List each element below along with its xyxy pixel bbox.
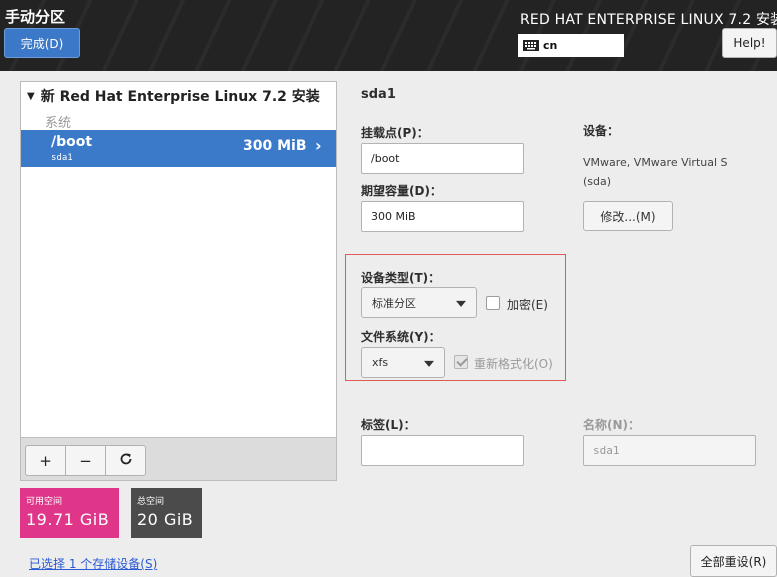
tag-label: 标签(L)： (361, 418, 416, 432)
page-title: 手动分区 (5, 8, 66, 26)
reformat-checkbox[interactable] (454, 355, 468, 369)
refresh-button[interactable] (105, 445, 146, 476)
partition-detail-title: sda1 (361, 87, 396, 102)
partition-mount: /boot (51, 134, 93, 150)
device-label: 设备： (583, 124, 620, 138)
header-bar: 手动分区 完成(D) RED HAT ENTERPRISE LINUX 7.2 … (0, 0, 777, 71)
help-button[interactable]: Help! (722, 28, 777, 58)
keyboard-layout-label: cn (543, 39, 558, 52)
chevron-right-icon: › (315, 136, 322, 155)
add-partition-button[interactable]: + (25, 445, 66, 476)
product-title: RED HAT ENTERPRISE LINUX 7.2 安装 (520, 12, 777, 28)
total-space-label: 总空间 (137, 497, 165, 507)
remove-partition-button[interactable]: − (65, 445, 106, 476)
desired-capacity-label: 期望容量(D)： (361, 184, 442, 198)
available-space-badge: 可用空间 19.71 GiB (20, 488, 119, 538)
partition-device: sda1 (51, 153, 73, 163)
refresh-icon (119, 452, 133, 470)
keyboard-icon (523, 40, 539, 51)
total-space-badge: 总空间 20 GiB (131, 488, 202, 538)
tag-input[interactable] (361, 435, 524, 466)
device-type-value: 标准分区 (372, 296, 416, 310)
storage-devices-link[interactable]: 已选择 1 个存储设备(S) (29, 555, 157, 572)
expand-arrow-icon[interactable]: ▼ (27, 91, 35, 102)
desired-capacity-input[interactable]: 300 MiB (361, 201, 524, 232)
dropdown-arrow-icon (424, 360, 434, 367)
encrypt-checkbox[interactable] (486, 296, 500, 310)
encrypt-label[interactable]: 加密(E) (507, 296, 548, 313)
system-group-label: 系统 (45, 116, 72, 131)
filesystem-label: 文件系统(Y)： (361, 330, 441, 344)
name-label: 名称(N)： (583, 418, 641, 432)
partition-toolbar: + − (21, 437, 336, 480)
device-type-label: 设备类型(T)： (361, 271, 441, 285)
device-type-select[interactable]: 标准分区 (361, 287, 477, 318)
install-title: 新 Red Hat Enterprise Linux 7.2 安装 (40, 89, 320, 105)
partition-tree-panel: ▼ 新 Red Hat Enterprise Linux 7.2 安装 系统 /… (20, 81, 337, 481)
dropdown-arrow-icon (456, 300, 466, 307)
mount-point-label: 挂载点(P)： (361, 126, 429, 140)
name-input: sda1 (583, 435, 756, 466)
keyboard-layout-indicator[interactable]: cn (518, 34, 624, 57)
total-space-value: 20 GiB (137, 510, 194, 529)
available-space-value: 19.71 GiB (26, 510, 110, 529)
filesystem-value: xfs (372, 356, 389, 369)
filesystem-select[interactable]: xfs (361, 347, 445, 378)
reformat-label: 重新格式化(O) (474, 357, 553, 371)
mount-point-input[interactable]: /boot (361, 143, 524, 174)
partition-row-boot[interactable]: /boot sda1 300 MiB › (21, 130, 336, 167)
done-button[interactable]: 完成(D) (4, 28, 80, 58)
install-group-header[interactable]: ▼ 新 Red Hat Enterprise Linux 7.2 安装 (27, 86, 320, 106)
available-space-label: 可用空间 (26, 497, 63, 507)
modify-device-button[interactable]: 修改...(M) (583, 201, 673, 231)
device-value: VMware, VMware Virtual S (sda) (583, 156, 728, 188)
reset-all-button[interactable]: 全部重设(R) (690, 545, 777, 577)
partition-size: 300 MiB (243, 138, 307, 154)
